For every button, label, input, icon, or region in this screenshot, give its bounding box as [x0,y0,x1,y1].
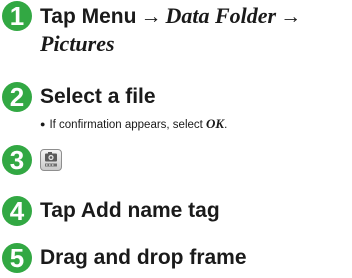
step-1-title: Tap Menu → Data Folder → [40,3,305,30]
step-2-note-text: If confirmation appears, select [49,119,207,131]
step-1-title-line2: Pictures [40,31,115,58]
bullet-icon: ● [40,119,46,129]
step-5-title: Drag and drop frame [40,246,247,269]
step-1-part1: Tap Menu [40,5,137,28]
step-5-badge: 5 [2,243,32,273]
camera-edit-icon [40,149,62,171]
step-1-part3: Pictures [40,31,115,56]
step-2-note-emphasis: OK [206,116,225,131]
arrow-2: → [280,5,302,28]
step-2-title: Select a file [40,85,156,108]
arrow-1: → [140,5,162,28]
step-4-title: Tap Add name tag [40,199,220,222]
step-2-note-end: . [224,119,228,131]
step-3-badge: 3 [2,145,32,175]
step-4-badge: 4 [2,196,32,226]
step-2-note: ● If confirmation appears, select OK. [40,117,227,132]
step-1-badge: 1 [2,1,32,31]
step-1-part2: Data Folder [165,3,277,28]
step-2-badge: 2 [2,82,32,112]
